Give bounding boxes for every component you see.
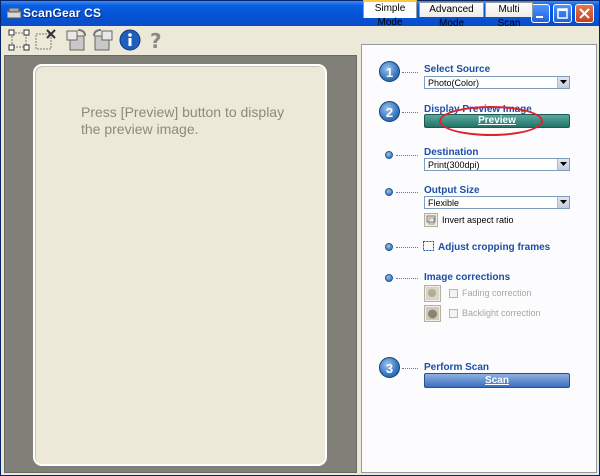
backlight-correction-label: Backlight correction — [462, 308, 541, 318]
tab-simple-mode[interactable]: Simple Mode — [363, 0, 417, 28]
remove-crop-icon — [35, 29, 56, 50]
preview-message: Press [Preview] button to display the pr… — [81, 104, 285, 137]
source-select-arrow[interactable] — [557, 77, 569, 88]
step-1-connector — [402, 72, 418, 73]
output-size-label: Output Size — [424, 185, 480, 196]
help-button[interactable]: ? — [143, 28, 167, 52]
minimize-button[interactable] — [531, 4, 550, 23]
chevron-down-icon — [560, 200, 567, 204]
source-select[interactable]: Photo(Color) — [424, 76, 570, 89]
tab-advanced-mode[interactable]: Advanced Mode — [419, 2, 484, 29]
close-button[interactable] — [575, 4, 594, 23]
destination-connector — [396, 155, 418, 156]
image-corrections-label: Image corrections — [424, 272, 511, 283]
chevron-down-icon — [560, 80, 567, 84]
simple-mode-panel: 1 Select Source Photo(Color) 2 Display P… — [361, 44, 597, 473]
step-1-icon: 1 — [379, 61, 400, 82]
crop-connector — [396, 247, 418, 248]
auto-crop-icon — [8, 29, 30, 51]
crop-dot — [385, 243, 393, 251]
output-size-connector — [396, 192, 418, 193]
window-title: ScanGear CS — [23, 6, 102, 20]
step-3-connector — [402, 368, 418, 369]
invert-aspect-button[interactable] — [424, 213, 438, 227]
invert-aspect-label: Invert aspect ratio — [442, 215, 514, 225]
info-icon — [119, 29, 141, 51]
fading-correction-thumbnail — [424, 285, 441, 302]
destination-select-arrow[interactable] — [557, 159, 569, 170]
highlight-ellipse — [439, 106, 543, 136]
backlight-correction-checkbox[interactable] — [449, 309, 458, 318]
perform-scan-label: Perform Scan — [424, 362, 490, 373]
scan-button[interactable]: Scan — [424, 373, 570, 388]
remove-crop-button[interactable] — [33, 28, 57, 52]
tab-multi-scan[interactable]: Multi Scan — [485, 2, 533, 29]
minimize-icon — [536, 16, 543, 18]
output-size-dot — [385, 188, 393, 196]
step-2-icon: 2 — [379, 101, 400, 122]
maximize-icon — [557, 8, 568, 19]
info-button[interactable] — [118, 28, 142, 52]
select-source-label: Select Source — [424, 64, 491, 75]
corrections-connector — [396, 278, 418, 279]
preview-area[interactable]: Press [Preview] button to display the pr… — [33, 64, 327, 466]
scangear-window: ScanGear CS ? Press [Preview] button to … — [0, 0, 600, 476]
maximize-button[interactable] — [553, 4, 572, 23]
corrections-dot — [385, 274, 393, 282]
step-2-connector — [402, 112, 418, 113]
close-icon — [579, 8, 590, 19]
chevron-down-icon — [560, 162, 567, 166]
crop-frame-icon — [423, 241, 434, 251]
rotate-left-button[interactable] — [65, 28, 89, 52]
fading-photo-icon — [426, 287, 439, 300]
backlight-photo-icon — [426, 307, 439, 320]
rotate-left-icon — [66, 29, 86, 51]
fading-correction-checkbox[interactable] — [449, 289, 458, 298]
output-size-select-arrow[interactable] — [557, 197, 569, 208]
output-size-select[interactable]: Flexible — [424, 196, 570, 209]
scanner-app-icon — [7, 7, 21, 19]
svg-text:?: ? — [150, 29, 162, 52]
adjust-cropping-link[interactable]: Adjust cropping frames — [438, 242, 550, 253]
toolbar: ? — [3, 26, 359, 54]
destination-dot — [385, 151, 393, 159]
rotate-right-button[interactable] — [90, 28, 114, 52]
destination-label: Destination — [424, 147, 479, 158]
step-3-icon: 3 — [379, 357, 400, 378]
fading-correction-label: Fading correction — [462, 288, 532, 298]
preview-panel: Press [Preview] button to display the pr… — [4, 55, 357, 473]
help-icon: ? — [150, 29, 162, 52]
destination-select[interactable]: Print(300dpi) — [424, 158, 570, 171]
backlight-correction-thumbnail — [424, 305, 441, 322]
auto-crop-button[interactable] — [7, 28, 31, 52]
invert-aspect-icon — [426, 215, 436, 225]
rotate-right-icon — [93, 29, 113, 51]
